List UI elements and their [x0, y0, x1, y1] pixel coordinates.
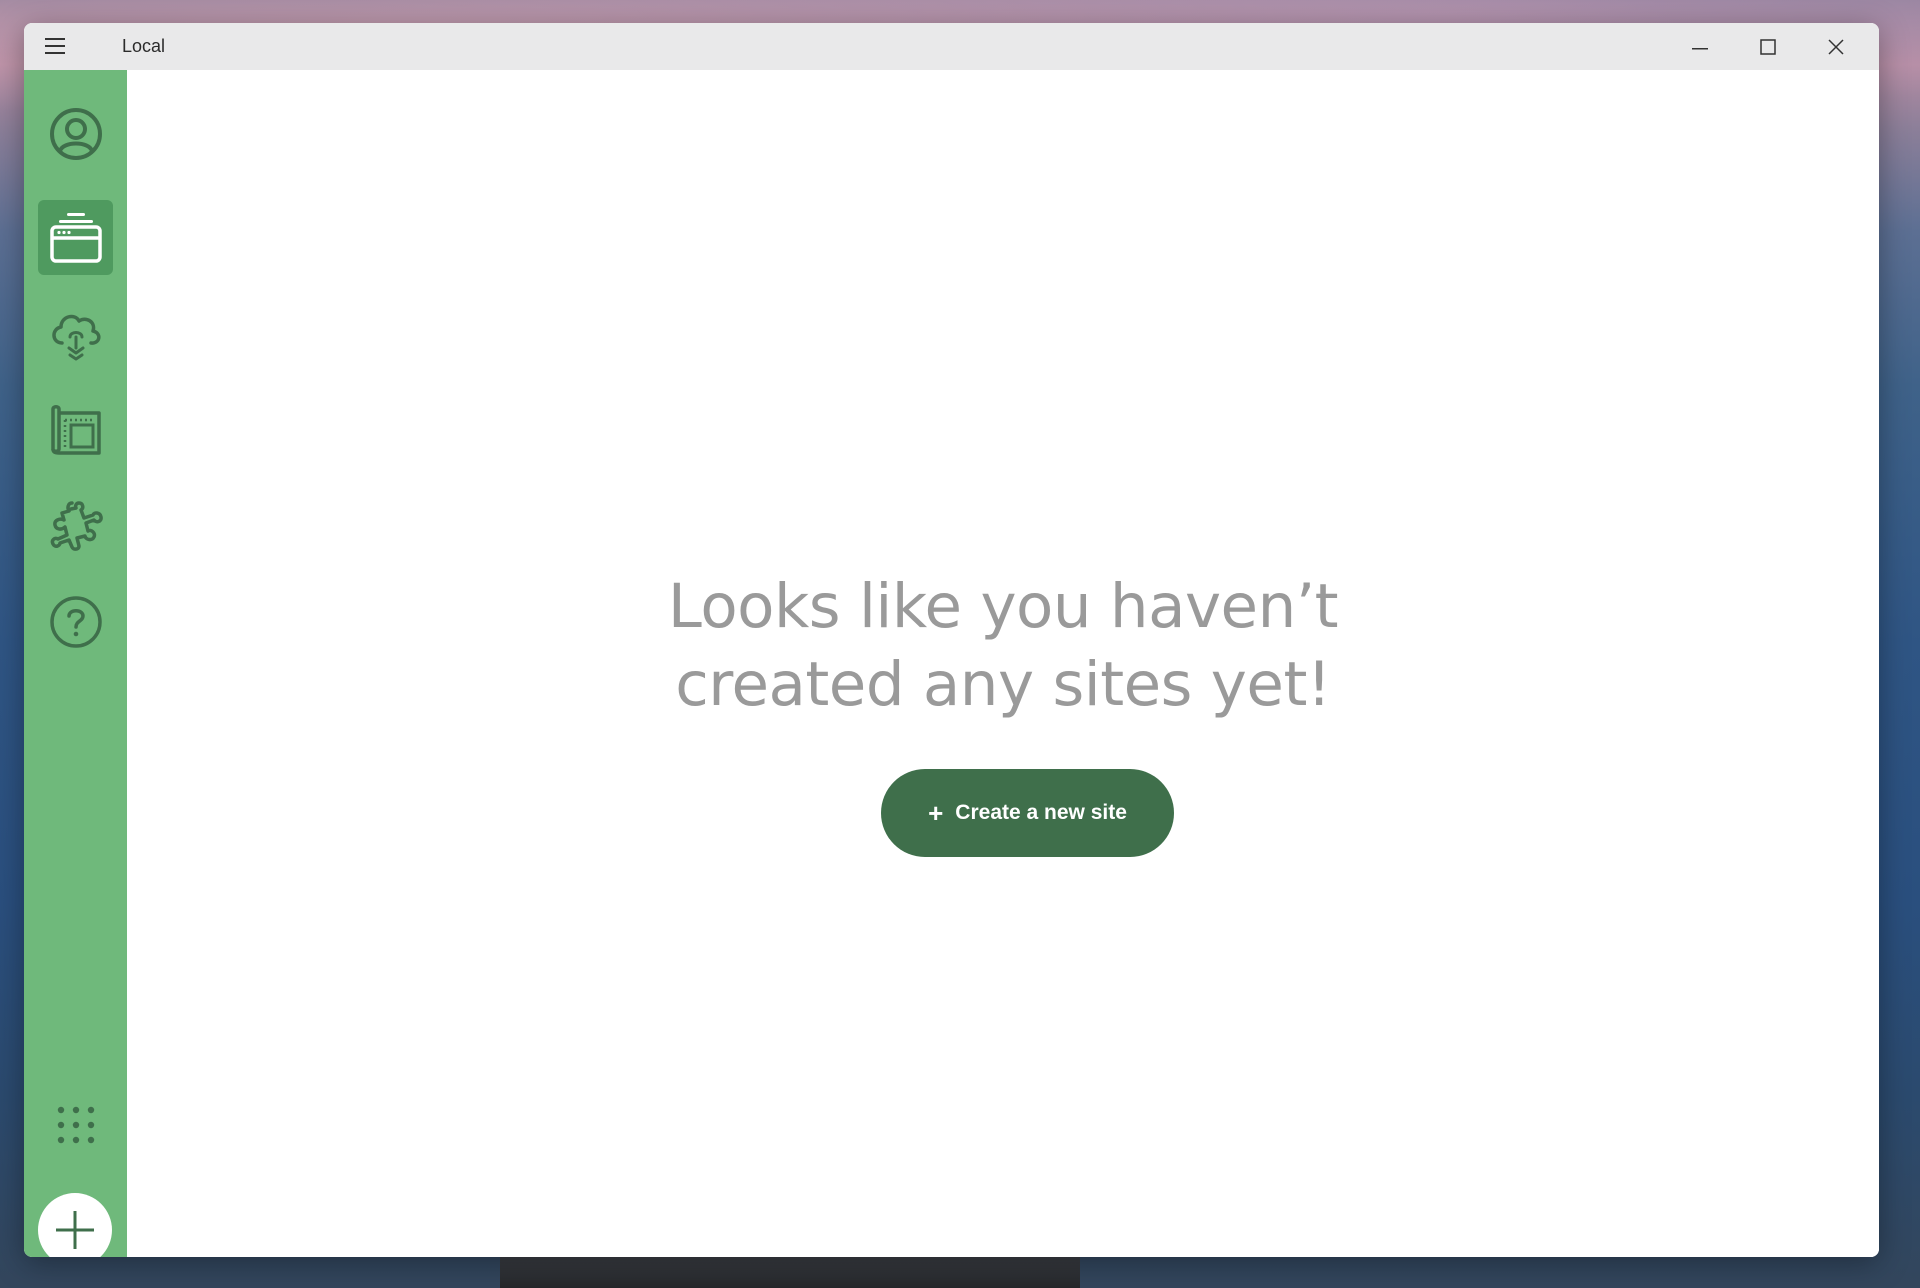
sidebar-item-add-ons[interactable]: [38, 488, 113, 563]
sidebar-item-local-sites[interactable]: [38, 200, 113, 275]
empty-state-line-1: Looks like you haven’t: [667, 571, 1339, 642]
hamburger-menu-icon[interactable]: [45, 37, 65, 55]
grid-dots-icon: [57, 1106, 94, 1143]
cloud-sync-icon: [51, 314, 100, 360]
sites-stack-icon: [49, 212, 102, 263]
sidebar-item-help[interactable]: [38, 584, 113, 659]
sidebar-item-account[interactable]: [38, 96, 113, 171]
sidebar-item-blueprints[interactable]: [38, 392, 113, 467]
title-bar: Local: [24, 23, 1879, 70]
plus-icon: +: [928, 798, 944, 828]
create-new-site-label: Create a new site: [955, 801, 1127, 824]
close-icon: [1828, 38, 1844, 55]
empty-state-message: Looks like you haven’t created any sites…: [127, 568, 1879, 724]
close-button[interactable]: [1802, 23, 1870, 70]
plus-icon: [56, 1211, 94, 1249]
minimize-icon: [1692, 47, 1708, 49]
blueprint-icon: [50, 404, 101, 455]
wallpaper-rocks: [500, 1256, 1080, 1288]
add-site-button[interactable]: [38, 1193, 112, 1257]
window-title: Local: [122, 36, 166, 56]
create-new-site-button[interactable]: + Create a new site: [881, 769, 1174, 857]
maximize-button[interactable]: [1734, 23, 1802, 70]
apps-grid-button[interactable]: [38, 1087, 113, 1162]
help-circle-icon: [49, 595, 102, 648]
sidebar-item-connect[interactable]: [38, 296, 113, 371]
app-window: Local Looks like you haven’t created any…: [24, 23, 1879, 1257]
main-content: Looks like you haven’t created any sites…: [127, 70, 1879, 1257]
minimize-button[interactable]: [1666, 23, 1734, 70]
empty-state-line-2: created any sites yet!: [675, 649, 1331, 720]
maximize-icon: [1760, 38, 1776, 55]
puzzle-icon: [50, 500, 103, 551]
sidebar: [24, 70, 127, 1257]
user-circle-icon: [49, 107, 102, 160]
